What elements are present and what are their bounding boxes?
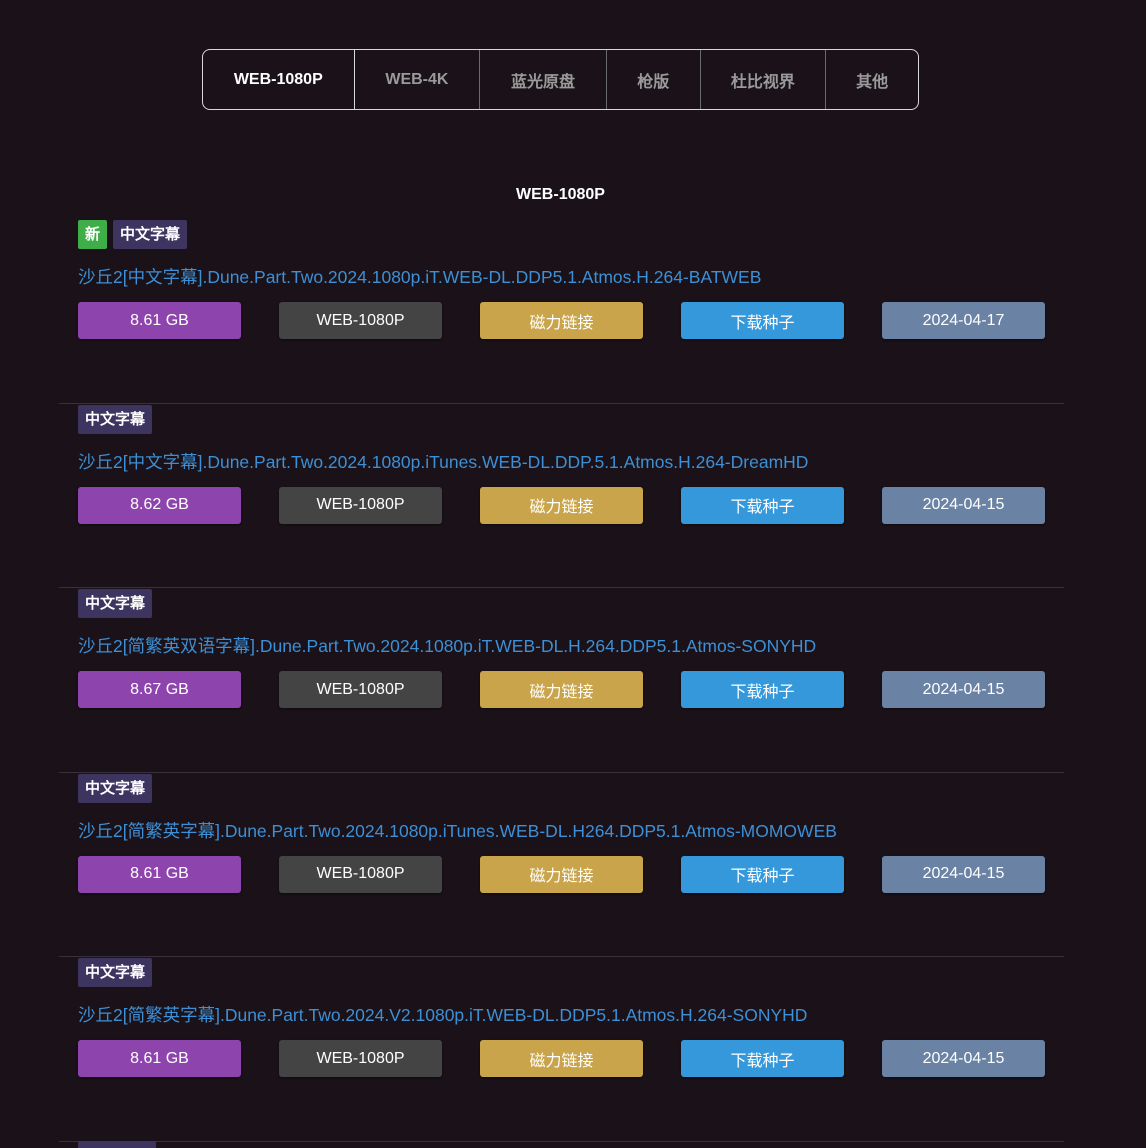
date-button[interactable]: 2024-04-15	[882, 671, 1045, 708]
file-size-button[interactable]: 8.62 GB	[78, 486, 241, 524]
resource-list: 新中文字幕 沙丘2[中文字幕].Dune.Part.Two.2024.1080p.…	[59, 219, 1064, 1142]
tag-group: 中文字幕	[78, 404, 153, 434]
resource-entry: 中文字幕沙丘2[中文字幕].Dune.Part.Two.2024.1080p.i…	[59, 404, 1064, 588]
tab-0[interactable]: WEB-1080P	[203, 50, 355, 109]
file-size-button[interactable]: 8.61 GB	[78, 302, 241, 339]
tab-3[interactable]: 枪版	[605, 50, 700, 109]
action-buttons: 8.61 GB WEB-1080P 磁力链接 下载种子 2024-04-15	[78, 855, 1045, 893]
download-torrent-button[interactable]: 下载种子	[681, 302, 844, 339]
date-button[interactable]: 2024-04-15	[882, 486, 1045, 524]
subtitle-badge: 中文字幕	[78, 958, 153, 987]
tag-group: 中文字幕	[78, 773, 153, 803]
quality-button[interactable]: WEB-1080P	[279, 855, 442, 893]
resource-entry: 中文字幕沙丘2[简繁英字幕].Dune.Part.Two.2024.V2.108…	[59, 957, 1064, 1142]
resource-title-link[interactable]: 沙丘2[简繁英双语字幕].Dune.Part.Two.2024.1080p.iT…	[78, 633, 816, 658]
download-torrent-button[interactable]: 下载种子	[681, 855, 844, 893]
resource-title-link[interactable]: 沙丘2[中文字幕].Dune.Part.Two.2024.1080p.iT.WE…	[78, 264, 761, 289]
resource-entry: 中文字幕沙丘2[简繁英双语字幕].Dune.Part.Two.2024.1080…	[59, 588, 1064, 773]
section-title: WEB-1080P	[516, 186, 605, 203]
tab-2[interactable]: 蓝光原盘	[479, 50, 606, 109]
quality-button[interactable]: WEB-1080P	[279, 671, 442, 708]
action-buttons: 8.67 GB WEB-1080P 磁力链接 下载种子 2024-04-15	[78, 671, 1045, 708]
page: WEB-1080P WEB-4K 蓝光原盘 枪版 杜比视界 其他 WEB-1080P 新中…	[0, 0, 1146, 1148]
subtitle-badge: 中文字幕	[78, 404, 153, 434]
tab-4[interactable]: 杜比视界	[699, 50, 826, 109]
magnet-link-button[interactable]: 磁力链接	[480, 671, 643, 708]
action-buttons: 8.61 GB WEB-1080P 磁力链接 下载种子 2024-04-15	[78, 1040, 1045, 1077]
file-size-button[interactable]: 8.67 GB	[78, 671, 241, 708]
subtitle-badge: 中文字幕	[78, 773, 153, 803]
tab-1[interactable]: WEB-4K	[355, 50, 480, 109]
download-torrent-button[interactable]: 下载种子	[681, 671, 844, 708]
magnet-link-button[interactable]: 磁力链接	[480, 1040, 643, 1077]
action-buttons: 8.62 GB WEB-1080P 磁力链接 下载种子 2024-04-15	[78, 486, 1045, 524]
tag-group: 中文字幕	[78, 589, 153, 618]
date-button[interactable]: 2024-04-17	[882, 302, 1045, 339]
partial-tag	[78, 1141, 156, 1148]
quality-button[interactable]: WEB-1080P	[279, 302, 442, 339]
new-badge: 新	[78, 220, 108, 249]
quality-button[interactable]: WEB-1080P	[279, 486, 442, 524]
resource-entry: 新中文字幕沙丘2[中文字幕].Dune.Part.Two.2024.1080p.…	[59, 219, 1064, 404]
magnet-link-button[interactable]: 磁力链接	[480, 486, 643, 524]
tag-group: 新中文字幕	[78, 220, 188, 249]
resource-title-link[interactable]: 沙丘2[简繁英字幕].Dune.Part.Two.2024.1080p.iTun…	[78, 818, 837, 843]
file-size-button[interactable]: 8.61 GB	[78, 1040, 241, 1077]
tag-group: 中文字幕	[78, 958, 153, 987]
resource-title-link[interactable]: 沙丘2[简繁英字幕].Dune.Part.Two.2024.V2.1080p.i…	[78, 1002, 807, 1027]
resource-title-link[interactable]: 沙丘2[中文字幕].Dune.Part.Two.2024.1080p.iTune…	[78, 449, 808, 474]
action-buttons: 8.61 GB WEB-1080P 磁力链接 下载种子 2024-04-17	[78, 302, 1045, 339]
date-button[interactable]: 2024-04-15	[882, 1040, 1045, 1077]
magnet-link-button[interactable]: 磁力链接	[480, 855, 643, 893]
resource-entry: 中文字幕沙丘2[简繁英字幕].Dune.Part.Two.2024.1080p.…	[59, 773, 1064, 957]
subtitle-badge: 中文字幕	[78, 589, 153, 618]
subtitle-badge: 中文字幕	[113, 220, 188, 249]
magnet-link-button[interactable]: 磁力链接	[480, 302, 643, 339]
quality-button[interactable]: WEB-1080P	[279, 1040, 442, 1077]
date-button[interactable]: 2024-04-15	[882, 855, 1045, 893]
file-size-button[interactable]: 8.61 GB	[78, 855, 241, 893]
download-torrent-button[interactable]: 下载种子	[681, 1040, 844, 1077]
tab-5[interactable]: 其他	[825, 50, 918, 109]
download-torrent-button[interactable]: 下载种子	[681, 486, 844, 524]
category-tabs: WEB-1080P WEB-4K 蓝光原盘 枪版 杜比视界 其他	[202, 49, 919, 110]
